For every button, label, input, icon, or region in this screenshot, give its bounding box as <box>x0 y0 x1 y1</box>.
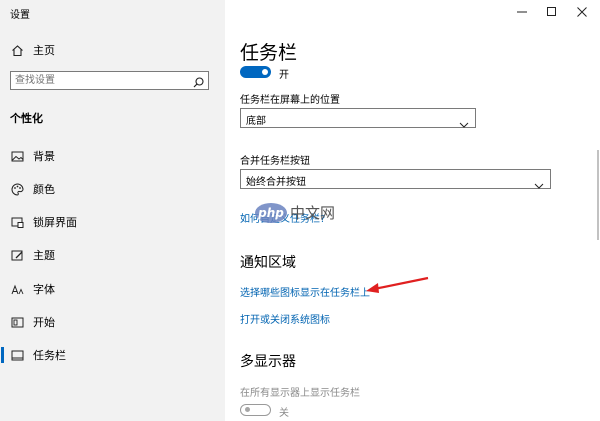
sidebar-item-label: 颜色 <box>33 183 55 196</box>
sidebar: 设置 主页 个性化 背景 颜色 锁屏界面 主题 <box>0 0 225 421</box>
sidebar-item-label: 任务栏 <box>33 349 66 362</box>
sidebar-item-background[interactable]: 背景 <box>0 141 225 171</box>
minimize-icon <box>517 2 527 21</box>
maximize-icon <box>547 2 557 21</box>
sidebar-item-themes[interactable]: 主题 <box>0 240 225 270</box>
sidebar-item-label: 字体 <box>33 283 55 296</box>
toggle-knob <box>262 69 268 75</box>
home-icon <box>10 43 24 57</box>
page-title: 任务栏 <box>240 42 298 64</box>
window-title: 设置 <box>10 10 30 21</box>
multi-display-label: 在所有显示器上显示任务栏 <box>240 388 360 399</box>
sidebar-item-label: 锁屏界面 <box>33 216 77 229</box>
active-indicator <box>1 347 4 363</box>
start-icon <box>10 315 24 329</box>
picture-icon <box>10 149 24 163</box>
sidebar-item-fonts[interactable]: 字体 <box>0 274 225 304</box>
annotation-arrow <box>360 270 440 294</box>
chevron-down-icon <box>534 175 544 189</box>
font-icon <box>10 282 24 296</box>
sidebar-item-start[interactable]: 开始 <box>0 307 225 337</box>
toggle-state-label: 关 <box>279 408 289 419</box>
watermark-site-text: 中文网 <box>290 204 335 222</box>
select-taskbar-icons-link[interactable]: 选择哪些图标显示在任务栏上 <box>240 284 370 299</box>
position-select[interactable]: 底部 <box>240 108 476 128</box>
palette-icon <box>10 182 24 196</box>
multi-display-heading: 多显示器 <box>240 354 296 370</box>
combine-label: 合并任务栏按钮 <box>240 156 310 167</box>
system-icons-link[interactable]: 打开或关闭系统图标 <box>240 311 330 326</box>
sidebar-item-taskbar[interactable]: 任务栏 <box>0 340 225 370</box>
taskbar-lock-toggle[interactable] <box>240 66 271 78</box>
close-button[interactable] <box>564 0 600 22</box>
search-box[interactable] <box>10 71 209 90</box>
taskbar-icon <box>10 348 24 362</box>
sidebar-item-label: 开始 <box>33 316 55 329</box>
chevron-down-icon <box>459 114 469 128</box>
position-label: 任务栏在屏幕上的位置 <box>240 95 340 106</box>
notification-heading: 通知区域 <box>240 255 296 271</box>
scrollbar-thumb[interactable] <box>597 150 599 240</box>
watermark-logo-text: php <box>257 206 284 220</box>
sidebar-item-lock-screen[interactable]: 锁屏界面 <box>0 207 225 237</box>
sidebar-item-label: 背景 <box>33 150 55 163</box>
theme-icon <box>10 248 24 262</box>
watermark: php 中文网 <box>254 200 350 226</box>
sidebar-item-home[interactable]: 主页 <box>0 35 225 65</box>
close-icon <box>577 2 587 21</box>
toggle-state-label: 开 <box>279 70 289 81</box>
lock-screen-icon <box>10 215 24 229</box>
toggle-knob <box>245 407 250 412</box>
multi-display-toggle[interactable] <box>240 404 271 416</box>
section-label: 个性化 <box>10 112 43 125</box>
sidebar-item-label: 主题 <box>33 249 55 262</box>
combine-select[interactable]: 始终合并按钮 <box>240 169 551 189</box>
sidebar-item-colors[interactable]: 颜色 <box>0 174 225 204</box>
select-value: 底部 <box>246 116 266 127</box>
sidebar-item-label: 主页 <box>33 44 55 57</box>
search-input[interactable] <box>15 73 190 88</box>
search-icon[interactable] <box>192 74 205 88</box>
select-value: 始终合并按钮 <box>246 177 306 188</box>
